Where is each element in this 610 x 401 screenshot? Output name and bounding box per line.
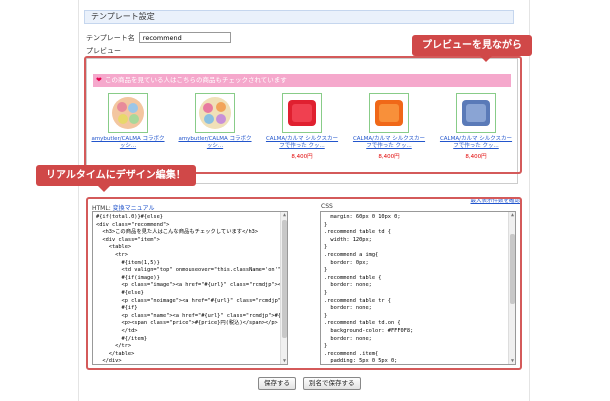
save-button[interactable]: 保存する	[258, 377, 296, 390]
product-name-link[interactable]: CALMA/カルマ シルクスカーフで作った クッ...	[352, 136, 426, 150]
preview-label: プレビュー	[86, 47, 121, 55]
product-name-link[interactable]: amybutler/CALMA コラボクッシ...	[178, 136, 252, 150]
product-item[interactable]: CALMA/カルマ シルクスカーフで作った クッ... 8,400円	[352, 93, 426, 160]
html-editor[interactable]: #{if(total.0)}#{else} <div class="recomm…	[92, 211, 288, 365]
template-name-row: テンプレート名	[86, 32, 231, 43]
scroll-up-icon[interactable]: ▲	[281, 212, 287, 218]
reference-link[interactable]: 最大表示件数を確認	[470, 196, 520, 204]
product-name-link[interactable]: CALMA/カルマ シルクスカーフで作った クッ...	[265, 136, 339, 150]
edit-callout: リアルタイムにデザイン編集！	[36, 165, 196, 192]
preview-callout: プレビューを見ながら	[412, 35, 532, 62]
template-name-input[interactable]	[138, 32, 231, 43]
product-item[interactable]: CALMA/カルマ シルクスカーフで作った クッ... 8,400円	[265, 93, 339, 160]
product-item[interactable]: amybutler/CALMA コラボクッシ...	[91, 93, 165, 152]
save-as-button[interactable]: 別名で保存する	[303, 377, 361, 390]
html-editor-scrollbar[interactable]: ▲ ▼	[280, 212, 287, 364]
product-image[interactable]	[282, 93, 322, 133]
css-editor[interactable]: margin: 60px 0 10px 0; } .recommend tabl…	[320, 211, 516, 365]
scroll-up-icon[interactable]: ▲	[509, 212, 515, 218]
scroll-down-icon[interactable]: ▼	[509, 358, 515, 364]
product-price: 8,400円	[465, 154, 487, 160]
css-code[interactable]: margin: 60px 0 10px 0; } .recommend tabl…	[321, 212, 515, 364]
product-item[interactable]: amybutler/CALMA コラボクッシ...	[178, 93, 252, 152]
product-image[interactable]	[108, 93, 148, 133]
scroll-down-icon[interactable]: ▼	[281, 358, 287, 364]
product-price: 8,400円	[291, 154, 313, 160]
product-image[interactable]	[456, 93, 496, 133]
css-label: CSS	[321, 203, 333, 210]
recommend-banner: ❤ この商品を見ている人はこちらの商品もチェックされています	[93, 74, 511, 87]
heart-icon: ❤	[96, 76, 102, 84]
html-code[interactable]: #{if(total.0)}#{else} <div class="recomm…	[93, 212, 287, 364]
product-item[interactable]: CALMA/カルマ シルクスカーフで作った クッ... 8,400円	[439, 93, 513, 160]
scroll-thumb[interactable]	[510, 234, 515, 304]
product-image[interactable]	[369, 93, 409, 133]
banner-text: この商品を見ている人はこちらの商品もチェックされています	[105, 76, 287, 84]
css-editor-scrollbar[interactable]: ▲ ▼	[508, 212, 515, 364]
product-image[interactable]	[195, 93, 235, 133]
template-name-label: テンプレート名	[86, 33, 135, 42]
product-name-link[interactable]: amybutler/CALMA コラボクッシ...	[91, 136, 165, 150]
product-price: 8,400円	[378, 154, 400, 160]
section-header: テンプレート設定	[84, 10, 514, 24]
scroll-thumb[interactable]	[282, 220, 287, 338]
product-name-link[interactable]: CALMA/カルマ シルクスカーフで作った クッ...	[439, 136, 513, 150]
